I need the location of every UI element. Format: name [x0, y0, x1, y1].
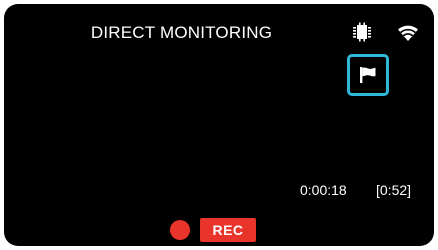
rec-badge[interactable]: REC	[200, 218, 256, 242]
elapsed-time: 0:00:18	[300, 182, 347, 198]
camera-screen: DIRECT MONITORING 0:00:18 [0:52] REC	[4, 4, 434, 246]
remaining-time: [0:52]	[376, 182, 412, 198]
flag-icon	[360, 67, 376, 83]
record-indicator-dot	[170, 220, 190, 240]
flag-button[interactable]	[347, 54, 389, 96]
screen-title: DIRECT MONITORING	[90, 23, 273, 42]
memory-card-icon	[352, 22, 372, 42]
wifi-icon	[396, 22, 420, 42]
